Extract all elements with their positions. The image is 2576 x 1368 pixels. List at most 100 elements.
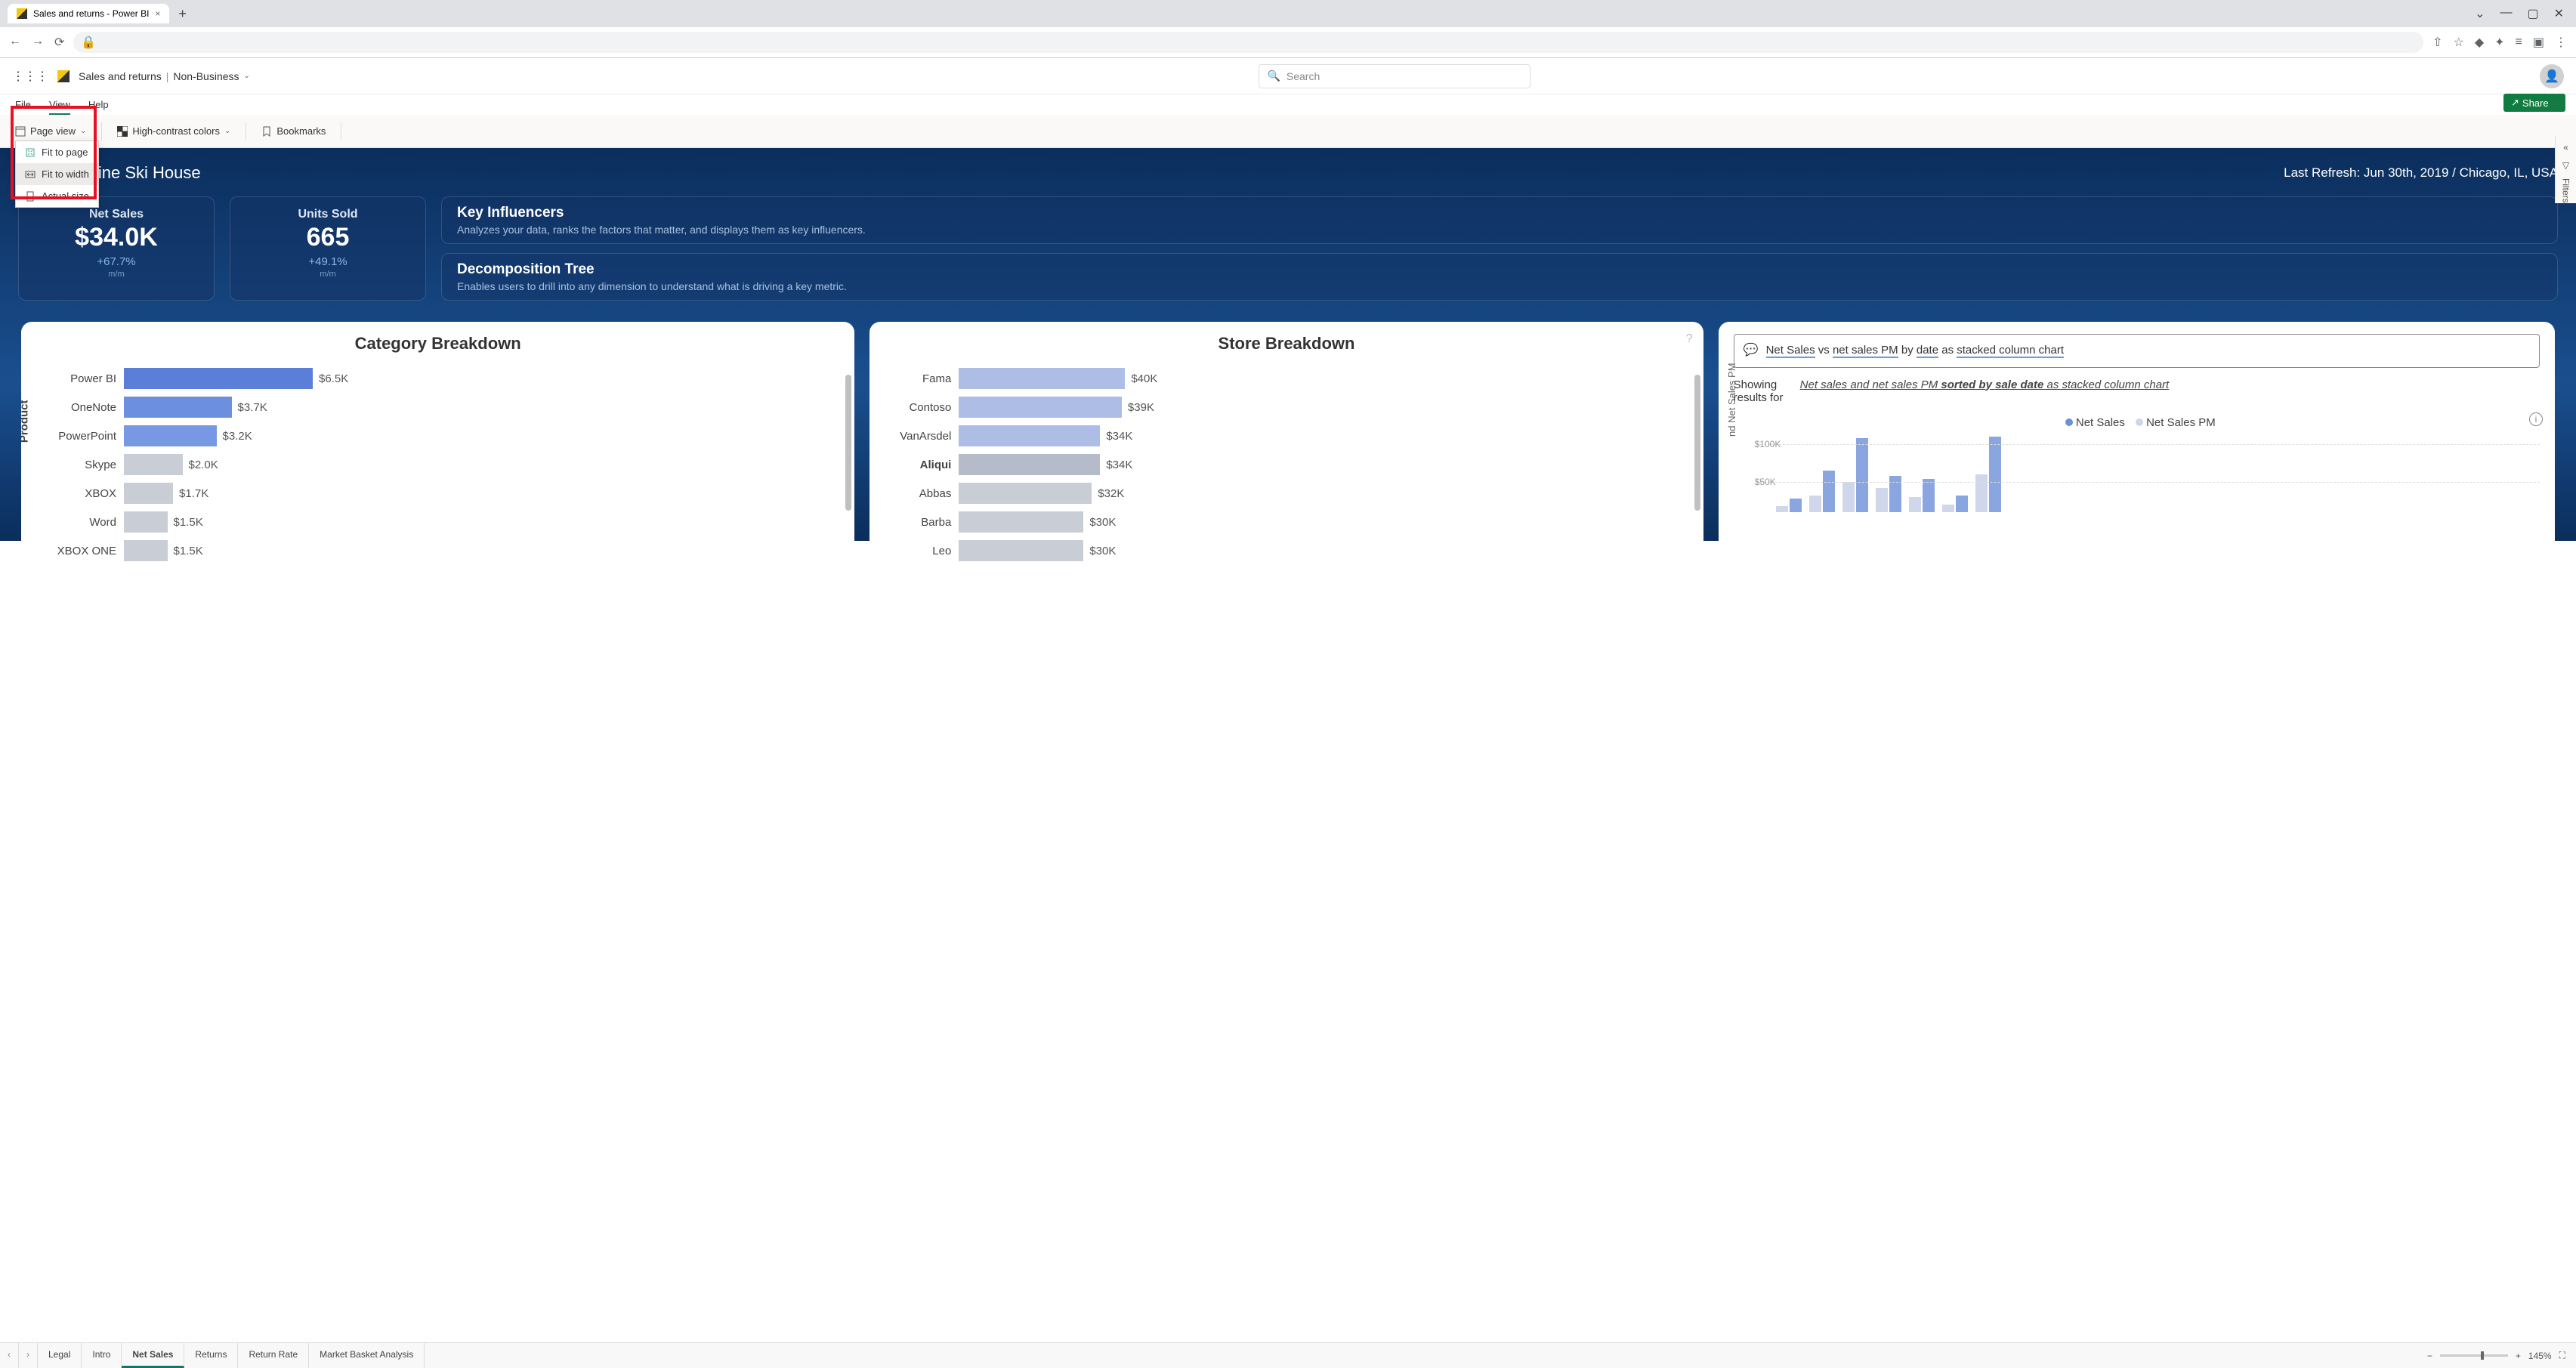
high-contrast-button[interactable]: High-contrast colors ⌄ (111, 122, 236, 140)
fit-to-window-icon[interactable]: ⛶ (2559, 1350, 2565, 1361)
share-url-icon[interactable]: ⇧ (2432, 35, 2442, 50)
chevron-down-icon[interactable]: ⌄ (2475, 6, 2485, 21)
menu-view[interactable]: View (49, 99, 70, 115)
column-pm (1876, 488, 1888, 512)
column-ns (1790, 499, 1802, 512)
bar-value: $1.5K (174, 545, 203, 557)
chevron-down-icon: ⌄ (2552, 99, 2558, 107)
reload-icon[interactable]: ⟳ (54, 35, 64, 50)
column-pair[interactable] (1842, 438, 1868, 512)
showing-label: Showing results for (1734, 378, 1787, 404)
column-pair[interactable] (1909, 479, 1935, 512)
sidepanel-icon[interactable]: ▣ (2533, 35, 2544, 50)
tab-title: Sales and returns - Power BI (33, 8, 149, 19)
fit-to-width-option[interactable]: Fit to width (16, 163, 98, 185)
bar (959, 425, 1100, 446)
close-window-icon[interactable]: ✕ (2554, 6, 2564, 21)
column-pair[interactable] (1975, 437, 2001, 512)
back-icon[interactable]: ← (9, 35, 21, 50)
zoom-slider[interactable] (2440, 1354, 2508, 1357)
expand-icon[interactable]: « (2563, 142, 2568, 153)
separator (101, 122, 102, 141)
bar-row[interactable]: Abbas $32K (883, 479, 1689, 508)
app-launcher-icon[interactable]: ⋮⋮⋮ (12, 69, 48, 84)
tab-net-sales[interactable]: Net Sales (122, 1343, 184, 1368)
tab-return-rate[interactable]: Return Rate (238, 1343, 309, 1368)
kpi-units-sold[interactable]: Units Sold 665 +49.1% m/m (230, 196, 426, 301)
bar-row[interactable]: Word $1.5K (48, 508, 841, 536)
menu-help[interactable]: Help (88, 99, 109, 115)
info-icon[interactable]: i (2529, 412, 2543, 426)
decomposition-tree-card[interactable]: Decomposition Tree Enables users to dril… (441, 253, 2558, 301)
powerbi-logo-icon (57, 70, 69, 82)
sensitivity-label[interactable]: Non-Business (173, 70, 239, 82)
help-icon[interactable]: ? (1686, 332, 1693, 346)
tab-legal[interactable]: Legal (38, 1343, 82, 1368)
bar-row[interactable]: Power BI $6.5K (48, 364, 841, 393)
bar-row[interactable]: XBOX ONE $1.5K (48, 536, 841, 565)
bar-row[interactable]: XBOX $1.7K (48, 479, 841, 508)
qa-input[interactable]: 💬 Net Sales vs net sales PM by date as s… (1734, 334, 2540, 368)
bar (124, 454, 183, 475)
close-tab-icon[interactable]: × (155, 8, 160, 19)
qa-panel[interactable]: 💬 Net Sales vs net sales PM by date as s… (1719, 322, 2555, 594)
new-tab-button[interactable]: + (172, 3, 193, 25)
bar-row[interactable]: Leo $30K (883, 536, 1689, 565)
minimize-icon[interactable]: — (2500, 6, 2512, 21)
tab-returns[interactable]: Returns (184, 1343, 238, 1368)
kpi-net-sales[interactable]: Net Sales $34.0K +67.7% m/m (18, 196, 215, 301)
actual-size-option[interactable]: Actual size (16, 185, 98, 207)
bar-row[interactable]: Contoso $39K (883, 393, 1689, 422)
store-breakdown-panel[interactable]: ? Store Breakdown Fama $40KContoso $39KV… (869, 322, 1703, 594)
chevron-down-icon: ⌄ (224, 127, 230, 135)
kebab-menu-icon[interactable]: ⋮ (2555, 35, 2567, 50)
column-chart[interactable]: nd Net Sales PM $100K $50K (1734, 437, 2540, 512)
bar (959, 397, 1122, 418)
search-input[interactable]: 🔍 Search (1259, 64, 1530, 88)
filters-pane-collapsed[interactable]: « ▽ Filters (2555, 136, 2576, 203)
next-page-button[interactable]: › (19, 1343, 38, 1368)
bar (124, 425, 217, 446)
filter-icon: ▽ (2562, 160, 2569, 171)
bar-row[interactable]: Skype $2.0K (48, 450, 841, 479)
column-pair[interactable] (1942, 496, 1968, 512)
bar (124, 540, 168, 561)
bookmarks-button[interactable]: Bookmarks (255, 122, 332, 140)
page-view-button[interactable]: Page view ⌄ (9, 122, 92, 140)
star-icon[interactable]: ☆ (2453, 35, 2463, 50)
zoom-out-button[interactable]: − (2427, 1351, 2432, 1361)
avatar[interactable]: 👤 (2540, 64, 2564, 88)
page-view-icon (15, 126, 26, 137)
list-icon[interactable]: ≡ (2516, 36, 2522, 49)
key-influencers-card[interactable]: Key Influencers Analyzes your data, rank… (441, 196, 2558, 244)
tab-intro[interactable]: Intro (82, 1343, 122, 1368)
zoom-in-button[interactable]: + (2516, 1351, 2521, 1361)
column-pair[interactable] (1776, 499, 1802, 512)
fit-to-page-option[interactable]: Fit to page (16, 141, 98, 163)
bar (959, 368, 1125, 389)
maximize-icon[interactable]: ▢ (2527, 6, 2538, 21)
bar-row[interactable]: Aliqui $34K (883, 450, 1689, 479)
bar-row[interactable]: Barba $30K (883, 508, 1689, 536)
bar-row[interactable]: VanArsdel $34K (883, 422, 1689, 450)
extension-icon[interactable]: ◆ (2475, 35, 2484, 50)
bar-row[interactable]: Fama $40K (883, 364, 1689, 393)
share-button[interactable]: ↗ Share ⌄ (2503, 94, 2565, 112)
column-pm (1842, 482, 1855, 512)
puzzle-icon[interactable]: ✦ (2494, 35, 2504, 50)
address-bar[interactable]: 🔒 (73, 32, 2423, 53)
bar-row[interactable]: PowerPoint $3.2K (48, 422, 841, 450)
bar-row[interactable]: OneNote $3.7K (48, 393, 841, 422)
menu-file[interactable]: File (15, 99, 31, 115)
forward-icon[interactable]: → (32, 35, 44, 50)
column-pm (1776, 506, 1788, 512)
chevron-down-icon[interactable]: ⌄ (244, 72, 250, 80)
breadcrumb-workspace[interactable]: Sales and returns (79, 70, 162, 82)
category-breakdown-panel[interactable]: Category Breakdown Product Power BI $6.5… (21, 322, 854, 594)
column-pair[interactable] (1809, 471, 1835, 512)
tab-mba[interactable]: Market Basket Analysis (309, 1343, 425, 1368)
scrollbar-thumb[interactable] (1694, 375, 1700, 511)
scrollbar-thumb[interactable] (845, 375, 851, 511)
browser-tab[interactable]: Sales and returns - Power BI × (8, 4, 169, 23)
prev-page-button[interactable]: ‹ (0, 1343, 19, 1368)
